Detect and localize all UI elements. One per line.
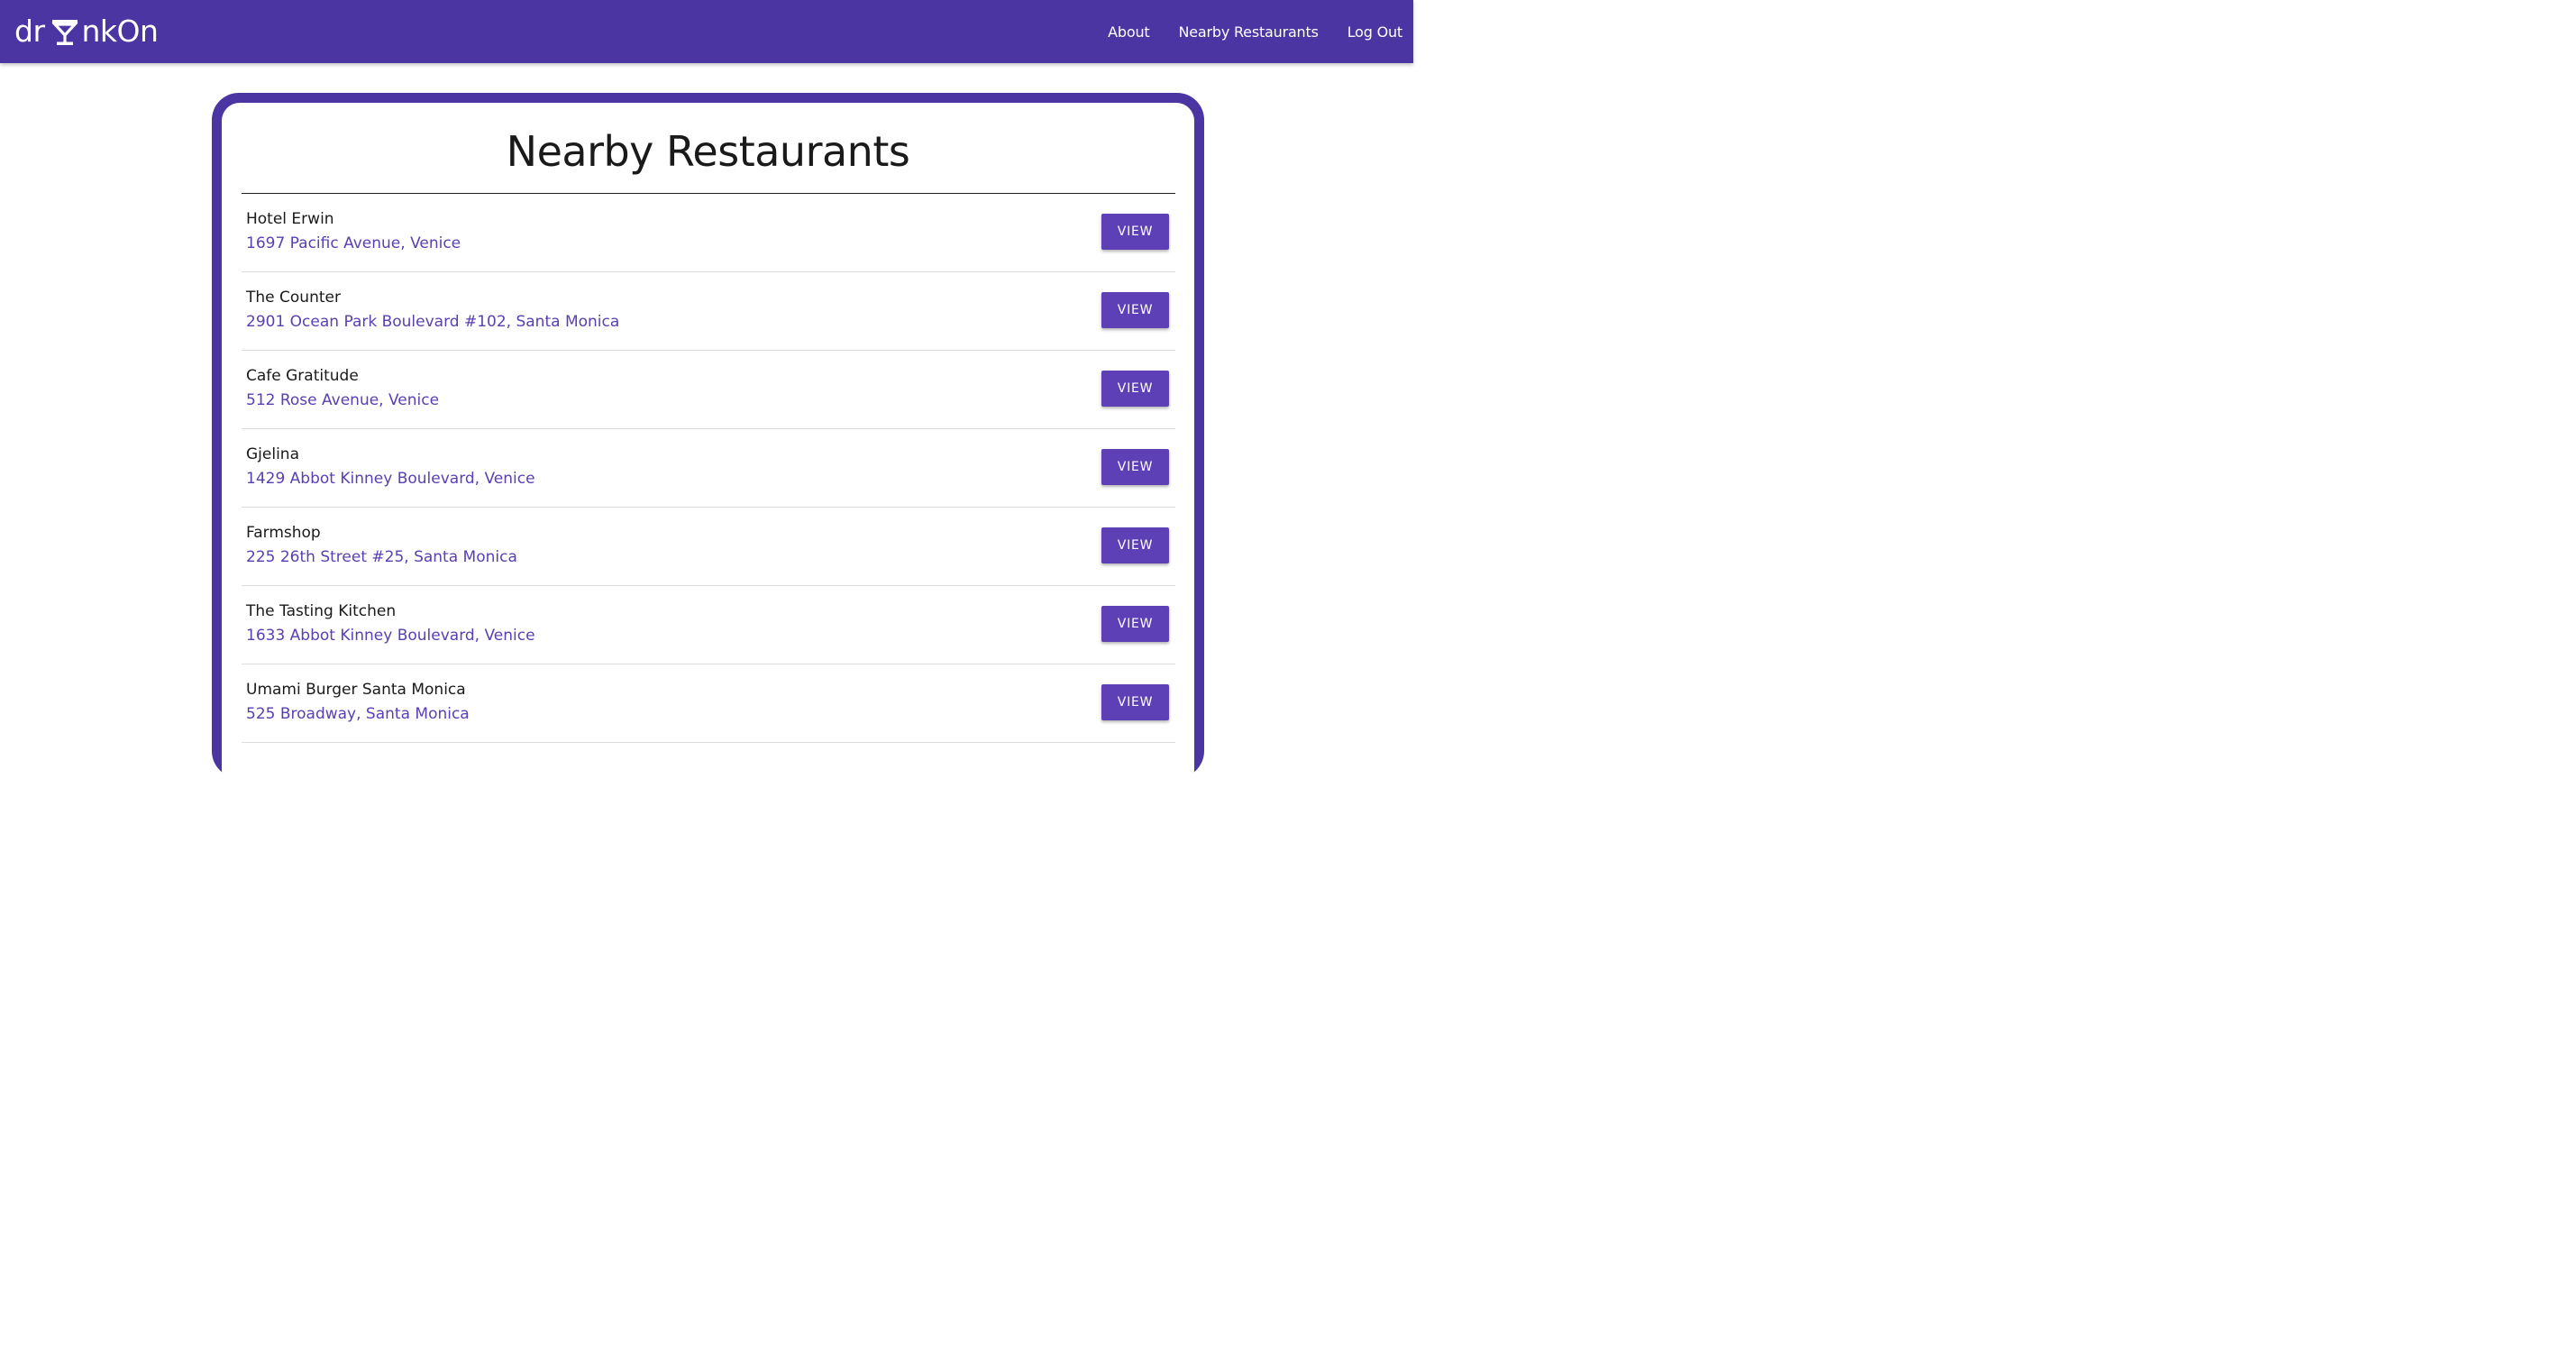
cocktail-glass-icon [50,16,80,47]
nav-links: About Nearby Restaurants Log Out [1079,20,1402,43]
restaurant-name: Gjelina [246,445,299,463]
restaurant-name: The Tasting Kitchen [246,602,397,620]
restaurant-row: Farmshop 225 26th Street #25, Santa Moni… [242,508,1175,586]
page-title: Nearby Restaurants [506,127,910,176]
nav-link-nearby-restaurants[interactable]: Nearby Restaurants [1178,23,1318,41]
view-button[interactable]: VIEW [1101,684,1169,720]
restaurant-row: The Counter 2901 Ocean Park Boulevard #1… [242,272,1175,351]
restaurant-address: 1429 Abbot Kinney Boulevard, Venice [246,470,535,488]
restaurants-card: Nearby Restaurants Hotel Erwin 1697 Paci… [212,93,1204,788]
view-button[interactable]: VIEW [1101,606,1169,642]
top-navbar: dr nkOn About Nearby Restaurants Log Out [0,0,1413,63]
restaurant-name: Umami Burger Santa Monica [246,681,466,699]
restaurant-name: Hotel Erwin [246,210,334,228]
restaurant-address: 1633 Abbot Kinney Boulevard, Venice [246,627,535,645]
restaurant-list: Hotel Erwin 1697 Pacific Avenue, Venice … [242,194,1175,743]
nav-link-about[interactable]: About [1108,23,1150,41]
restaurant-address: 512 Rose Avenue, Venice [246,391,440,409]
restaurant-address: 525 Broadway, Santa Monica [246,705,470,723]
restaurant-row: Hotel Erwin 1697 Pacific Avenue, Venice … [242,194,1175,272]
brand-prefix: dr [14,14,45,49]
restaurant-address: 2901 Ocean Park Boulevard #102, Santa Mo… [246,313,620,331]
nav-link-log-out[interactable]: Log Out [1347,23,1402,41]
restaurant-row: Gjelina 1429 Abbot Kinney Boulevard, Ven… [242,429,1175,508]
restaurant-address: 225 26th Street #25, Santa Monica [246,548,517,566]
view-button[interactable]: VIEW [1101,292,1169,328]
restaurant-name: The Counter [246,289,341,307]
restaurant-row: Umami Burger Santa Monica 525 Broadway, … [242,664,1175,743]
view-button[interactable]: VIEW [1101,527,1169,563]
view-button[interactable]: VIEW [1101,449,1169,485]
view-button[interactable]: VIEW [1101,371,1169,407]
view-button[interactable]: VIEW [1101,214,1169,250]
brand-suffix: nkOn [81,14,159,49]
restaurant-name: Cafe Gratitude [246,367,359,385]
restaurant-row: Cafe Gratitude 512 Rose Avenue, Venice V… [242,351,1175,429]
restaurants-card-body: Nearby Restaurants Hotel Erwin 1697 Paci… [222,103,1194,788]
restaurant-row: The Tasting Kitchen 1633 Abbot Kinney Bo… [242,586,1175,664]
brand-logo[interactable]: dr nkOn [14,13,159,50]
restaurant-name: Farmshop [246,524,321,542]
restaurant-address: 1697 Pacific Avenue, Venice [246,234,461,252]
